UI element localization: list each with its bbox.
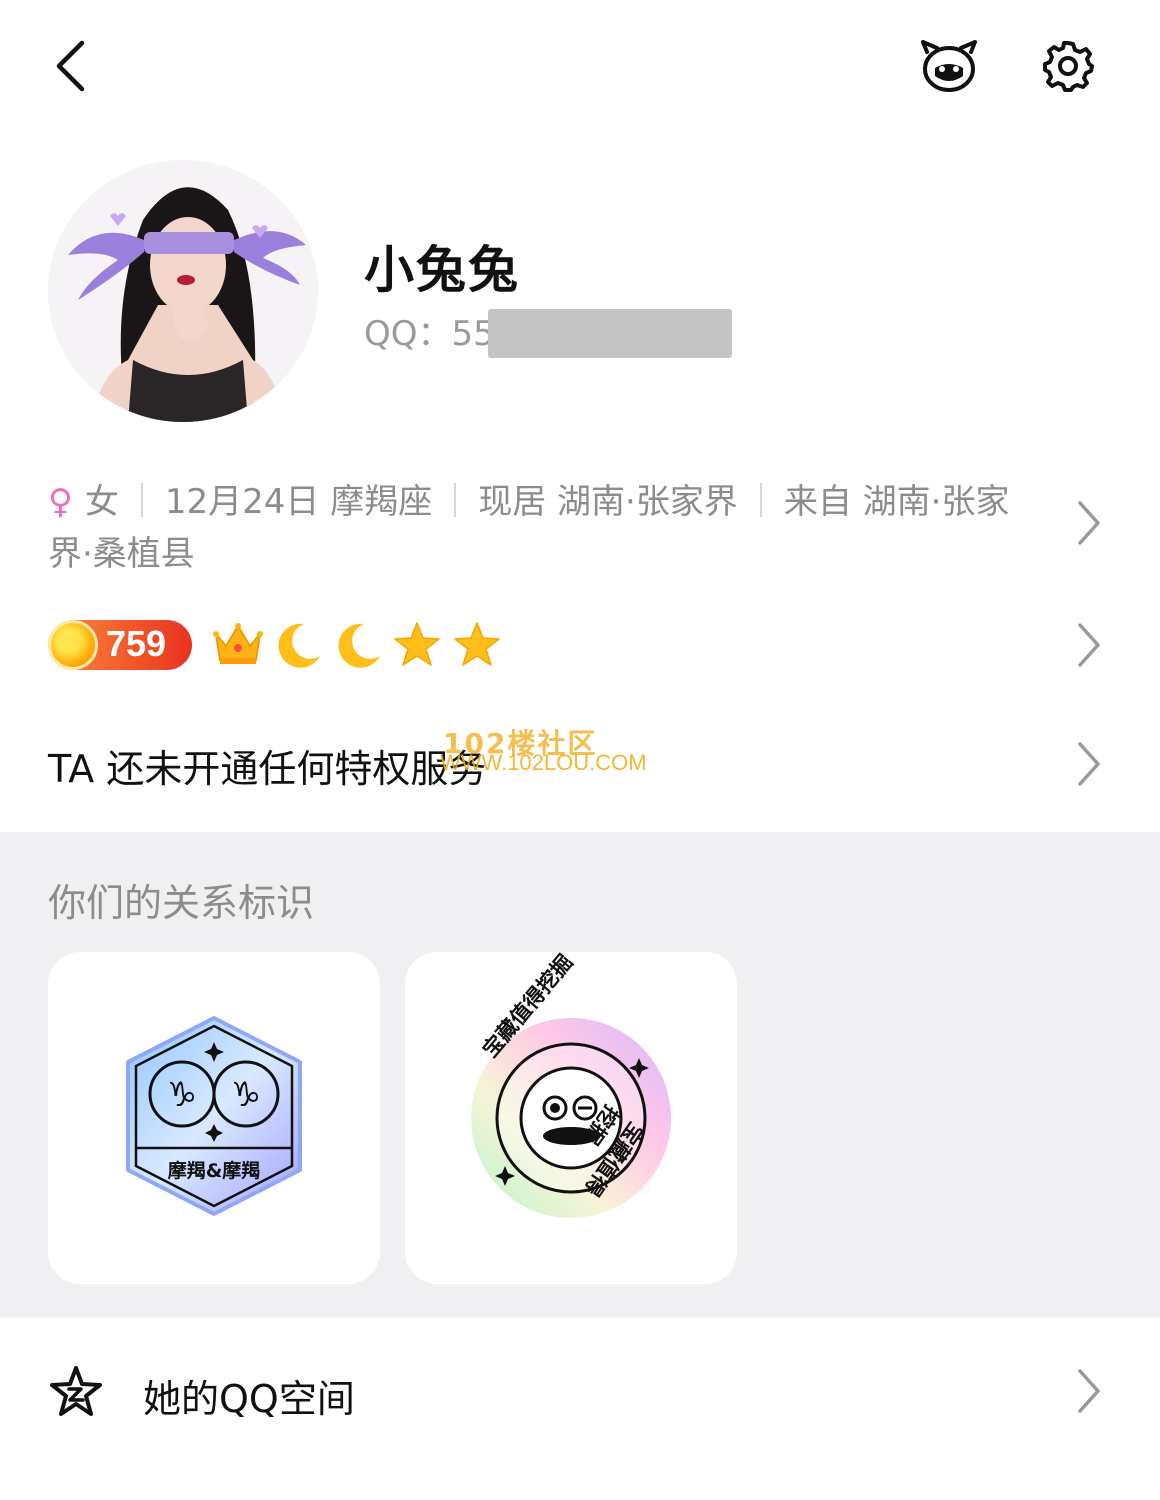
relation-card-label: 摩羯&摩羯 — [167, 1160, 261, 1182]
pet-face-icon — [921, 40, 977, 92]
level-coin-icon — [48, 620, 98, 670]
moon-icon — [278, 623, 320, 668]
crown-icon — [213, 623, 263, 664]
avatar-illustration — [48, 160, 318, 422]
residence-text: 现居 湖南·张家界 — [478, 482, 738, 522]
svg-text:♑: ♑ — [231, 1075, 261, 1115]
gear-icon — [1043, 41, 1094, 92]
star-icon — [394, 622, 440, 666]
qq-number: QQ：55 — [364, 306, 495, 355]
settings-button[interactable] — [1040, 36, 1096, 96]
back-arrow-icon — [56, 40, 85, 92]
qq-label: QQ： — [364, 314, 452, 354]
divider — [454, 483, 457, 517]
relation-section: 你们的关系标识 ♑ ♑ 摩羯&摩羯 宝藏值得挖掘 宝藏值得挖掘 — [0, 832, 1160, 1318]
birthday-text: 12月24日 摩羯座 — [164, 482, 433, 522]
qq-number-redaction — [488, 309, 732, 358]
profile-info-row[interactable]: ♀ 女 12月24日 摩羯座 现居 湖南·张家界 来自 湖南·张家界·桑植县 — [48, 476, 1028, 580]
qzone-link[interactable]: 她的QQ空间 — [143, 1368, 355, 1423]
moon-icon — [338, 623, 380, 668]
pet-button[interactable] — [918, 36, 980, 96]
relation-title: 你们的关系标识 — [48, 881, 315, 925]
divider — [759, 483, 762, 517]
qzone-star-icon — [50, 1366, 102, 1416]
chevron-right-icon[interactable] — [1076, 499, 1104, 547]
back-button[interactable] — [44, 36, 96, 96]
level-value: 759 — [106, 623, 167, 664]
avatar[interactable] — [48, 160, 318, 422]
svg-text:♑: ♑ — [167, 1075, 197, 1115]
divider — [140, 483, 143, 517]
chevron-right-icon[interactable] — [1076, 621, 1104, 669]
star-icon — [454, 622, 500, 666]
nickname: 小兔兔 — [364, 241, 520, 299]
relation-card-capricorn[interactable]: ♑ ♑ 摩羯&摩羯 — [48, 952, 380, 1284]
chevron-right-icon[interactable] — [1076, 1367, 1104, 1415]
female-icon: ♀ — [48, 482, 73, 522]
relation-card-treasure[interactable]: 宝藏值得挖掘 宝藏值得挖掘 — [405, 950, 737, 1284]
capricorn-badge-icon: ♑ ♑ — [126, 1016, 302, 1216]
chevron-right-icon[interactable] — [1076, 740, 1104, 788]
watermark-url: WWW.102LOU.COM — [440, 750, 647, 775]
privilege-text[interactable]: TA 还未开通任何特权服务 — [48, 738, 486, 793]
level-badge[interactable]: 759 — [48, 620, 192, 670]
gender-text: 女 — [84, 482, 119, 522]
